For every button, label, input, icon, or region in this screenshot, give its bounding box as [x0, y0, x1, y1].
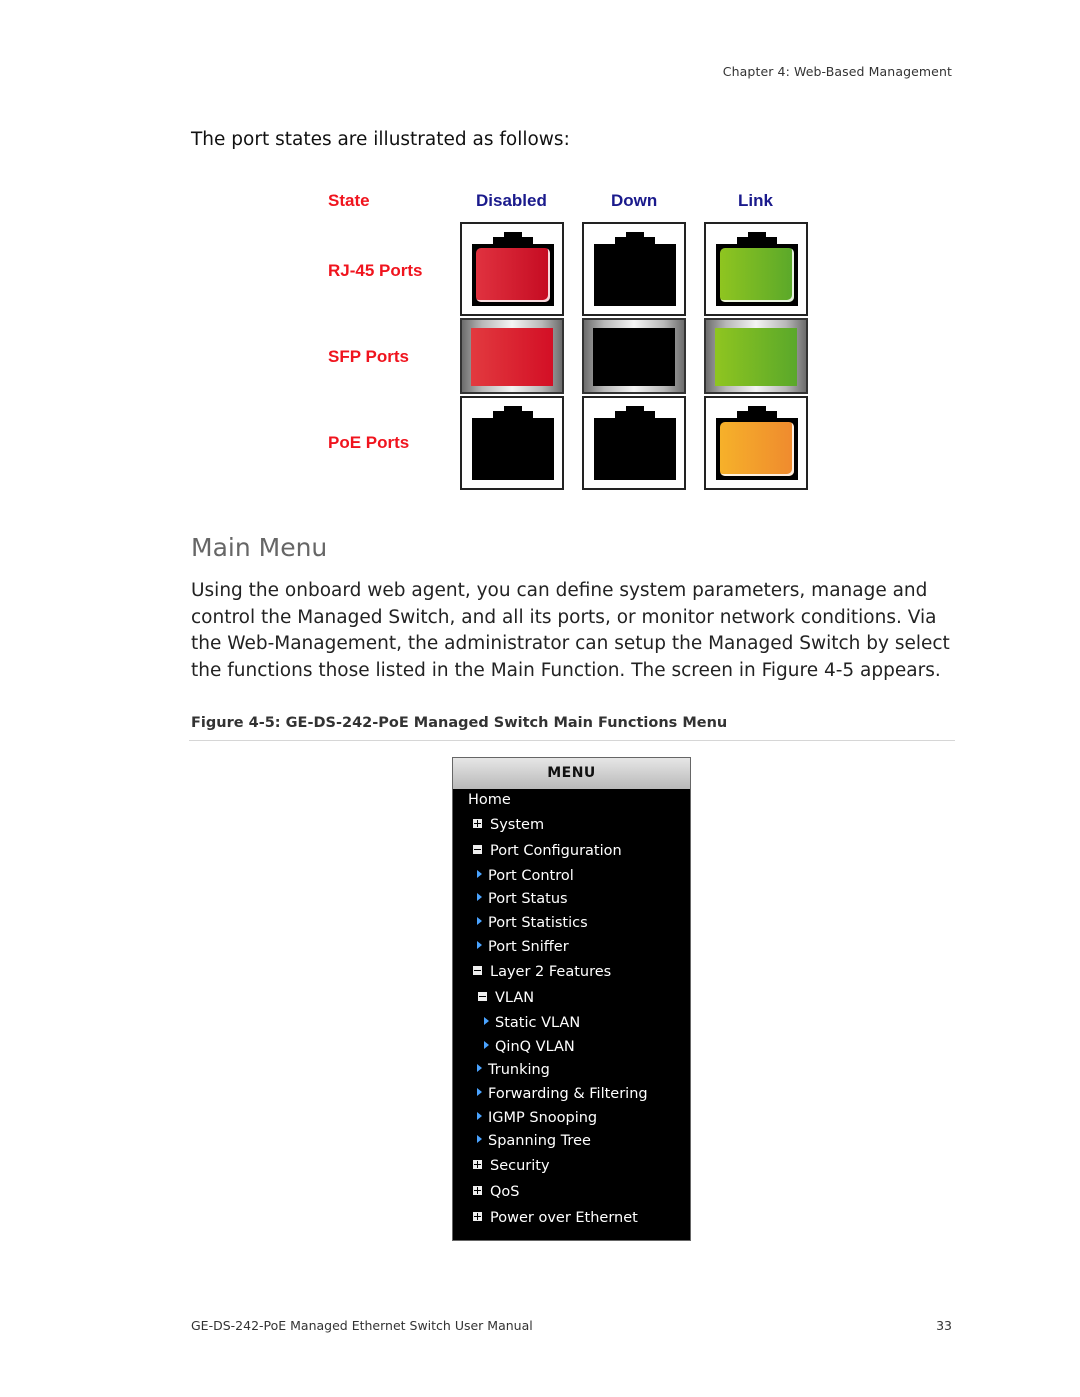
arrow-right-icon	[477, 917, 482, 925]
menu-item-layer-2-features[interactable]: Layer 2 Features	[473, 964, 611, 980]
menu-item-label: Forwarding & Filtering	[488, 1086, 648, 1102]
arrow-right-icon	[477, 870, 482, 878]
row-label-sfp: SFP Ports	[328, 347, 409, 366]
minus-box-icon	[473, 844, 482, 854]
menu-item-label: Home	[468, 792, 511, 808]
menu-item-port-sniffer[interactable]: Port Sniffer	[477, 939, 569, 955]
menu-item-vlan[interactable]: VLAN	[478, 990, 534, 1006]
menu-item-igmp-snooping[interactable]: IGMP Snooping	[477, 1110, 597, 1126]
caption-divider	[189, 740, 955, 741]
menu-item-forwarding-filtering[interactable]: Forwarding & Filtering	[477, 1086, 648, 1102]
plus-box-icon	[473, 1159, 482, 1169]
row-label-poe: PoE Ports	[328, 433, 410, 452]
minus-box-icon	[473, 965, 482, 975]
section-title: Main Menu	[191, 533, 328, 562]
running-header: Chapter 4: Web-Based Management	[722, 64, 952, 79]
state-header: State	[328, 191, 370, 210]
menu-item-static-vlan[interactable]: Static VLAN	[484, 1015, 580, 1031]
menu-item-security[interactable]: Security	[473, 1158, 550, 1174]
arrow-right-icon	[477, 1064, 482, 1072]
menu-item-port-status[interactable]: Port Status	[477, 891, 568, 907]
menu-item-label: Port Status	[488, 891, 568, 907]
menu-header: MENU	[453, 758, 690, 789]
menu-item-label: Port Configuration	[490, 843, 622, 859]
menu-item-qinq-vlan[interactable]: QinQ VLAN	[484, 1039, 575, 1055]
arrow-right-icon	[477, 941, 482, 949]
menu-item-label: Trunking	[488, 1062, 550, 1078]
sfp-link-port-icon	[704, 318, 808, 394]
menu-item-label: Port Statistics	[488, 915, 588, 931]
menu-item-home[interactable]: Home	[468, 792, 511, 808]
column-disabled: Disabled	[476, 191, 547, 210]
arrow-right-icon	[477, 1088, 482, 1096]
plus-box-icon	[473, 1185, 482, 1195]
arrow-right-icon	[484, 1041, 489, 1049]
menu-item-qos[interactable]: QoS	[473, 1184, 520, 1200]
minus-box-icon	[478, 991, 487, 1001]
menu-item-power-over-ethernet[interactable]: Power over Ethernet	[473, 1210, 638, 1226]
arrow-right-icon	[477, 1112, 482, 1120]
menu-item-label: IGMP Snooping	[488, 1110, 598, 1126]
menu-item-label: Port Sniffer	[488, 939, 569, 955]
menu-item-label: Port Control	[488, 868, 574, 884]
section-paragraph: Using the onboard web agent, you can def…	[191, 580, 950, 681]
menu-item-port-configuration[interactable]: Port Configuration	[473, 843, 622, 859]
rj45-link-port-icon	[704, 222, 808, 316]
footer-manual-title: GE-DS-242-PoE Managed Ethernet Switch Us…	[191, 1318, 533, 1333]
menu-item-label: System	[490, 817, 545, 833]
menu-item-label: Spanning Tree	[488, 1133, 591, 1149]
arrow-right-icon	[484, 1017, 489, 1025]
figure-caption: Figure 4-5: GE-DS-242-PoE Managed Switch…	[191, 715, 728, 731]
rj45-down-port-icon	[582, 222, 686, 316]
menu-item-trunking[interactable]: Trunking	[477, 1062, 550, 1078]
menu-item-label: Power over Ethernet	[490, 1210, 638, 1226]
menu-item-system[interactable]: System	[473, 817, 544, 833]
column-down: Down	[611, 191, 658, 210]
menu-item-label: Layer 2 Features	[490, 964, 612, 980]
main-functions-menu: MENU Home System Port Configuration Port Co…	[452, 757, 691, 1241]
arrow-right-icon	[477, 893, 482, 901]
plus-box-icon	[473, 1211, 482, 1221]
menu-item-port-control[interactable]: Port Control	[477, 868, 574, 884]
menu-item-spanning-tree[interactable]: Spanning Tree	[477, 1133, 591, 1149]
menu-item-label: Security	[490, 1158, 550, 1174]
menu-item-port-statistics[interactable]: Port Statistics	[477, 915, 588, 931]
poe-link-port-icon	[704, 396, 808, 490]
poe-disabled-port-icon	[460, 396, 564, 490]
lead-sentence: The port states are illustrated as follo…	[191, 129, 570, 150]
menu-item-label: QinQ VLAN	[495, 1039, 575, 1055]
page-number: 33	[936, 1318, 952, 1333]
row-label-rj45: RJ-45 Ports	[328, 261, 423, 280]
menu-item-label: VLAN	[495, 990, 535, 1006]
menu-item-label: QoS	[490, 1184, 520, 1200]
sfp-down-port-icon	[582, 318, 686, 394]
plus-box-icon	[473, 818, 482, 828]
arrow-right-icon	[477, 1135, 482, 1143]
rj45-disabled-port-icon	[460, 222, 564, 316]
poe-down-port-icon	[582, 396, 686, 490]
menu-item-label: Static VLAN	[495, 1015, 581, 1031]
sfp-disabled-port-icon	[460, 318, 564, 394]
column-link: Link	[738, 191, 773, 210]
